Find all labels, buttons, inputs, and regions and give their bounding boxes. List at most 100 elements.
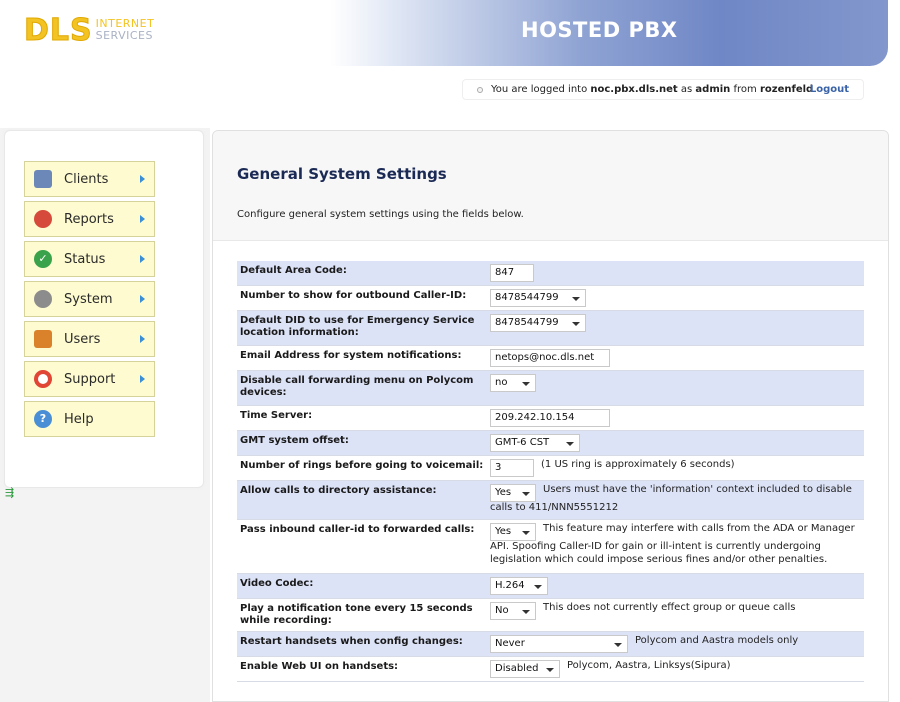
sidebar-item-label: Users xyxy=(64,331,101,347)
logout-link[interactable]: Logout xyxy=(810,84,849,95)
directory-assistance-select[interactable]: Yes xyxy=(490,484,536,502)
logo-line-2: SERVICES xyxy=(95,29,153,42)
restart-handsets-select[interactable]: Never xyxy=(490,635,628,653)
sidebar-item-label: Reports xyxy=(64,211,114,227)
setting-row-time-server: Time Server: 209.242.10.154 xyxy=(237,406,864,431)
chevron-right-icon xyxy=(140,255,145,263)
video-codec-select[interactable]: H.264 xyxy=(490,577,548,595)
setting-value-cell: No This does not currently effect group o… xyxy=(490,602,860,620)
page-description: Configure general system settings using … xyxy=(237,209,524,220)
login-status-bar: You are logged into noc.pbx.dls.net as a… xyxy=(462,79,864,100)
setting-label: Video Codec: xyxy=(240,578,314,589)
setting-row-emergency-did: Default DID to use for Emergency Service… xyxy=(237,311,864,346)
setting-label: Default DID to use for Emergency Service… xyxy=(240,315,475,338)
expand-arrows-icon[interactable]: ⇶ xyxy=(5,487,19,498)
sidebar-item-support[interactable]: Support xyxy=(24,361,155,397)
polycom-forward-menu-select[interactable]: no xyxy=(490,374,536,392)
check-circle-icon: ✓ xyxy=(34,250,52,268)
setting-value-cell: 3 (1 US ring is approximately 6 seconds) xyxy=(490,459,860,477)
setting-row-restart-handsets: Restart handsets when config changes: Nev… xyxy=(237,632,864,657)
page-title: General System Settings xyxy=(237,165,447,183)
setting-label: Pass inbound caller-id to forwarded call… xyxy=(240,524,475,535)
setting-label: Play a notification tone every 15 second… xyxy=(240,603,473,626)
pass-inbound-callerid-select[interactable]: Yes xyxy=(490,523,536,541)
sidebar-item-status[interactable]: ✓ Status xyxy=(24,241,155,277)
chevron-right-icon xyxy=(140,335,145,343)
rings-before-voicemail-input[interactable]: 3 xyxy=(490,459,534,477)
content-header: General System Settings Configure genera… xyxy=(213,131,888,241)
gmt-offset-select[interactable]: GMT-6 CST xyxy=(490,434,580,452)
login-status-text: You are logged into noc.pbx.dls.net as a… xyxy=(491,84,813,95)
setting-row-video-codec: Video Codec: H.264 xyxy=(237,574,864,599)
setting-value-cell: H.264 xyxy=(490,577,860,595)
settings-table: Default Area Code: 847 Number to show for … xyxy=(237,261,864,682)
emergency-did-select[interactable]: 8478544799 xyxy=(490,314,586,332)
setting-label: Disable call forwarding menu on Polycom … xyxy=(240,375,474,398)
main-content: General System Settings Configure genera… xyxy=(212,130,889,702)
setting-label: Restart handsets when config changes: xyxy=(240,636,463,647)
outbound-caller-id-select[interactable]: 8478544799 xyxy=(490,289,586,307)
web-ui-handsets-select[interactable]: Disabled xyxy=(490,660,560,678)
company-logo[interactable]: DLS INTERNET SERVICES xyxy=(24,13,154,48)
setting-note: Polycom, Aastra, Linksys(Sipura) xyxy=(567,660,731,671)
sidebar-item-clients[interactable]: Clients xyxy=(24,161,155,197)
setting-row-rings-before-voicemail: Number of rings before going to voicemai… xyxy=(237,456,864,481)
setting-row-outbound-caller-id: Number to show for outbound Caller-ID: 84… xyxy=(237,286,864,311)
setting-label: Number of rings before going to voicemai… xyxy=(240,460,484,471)
sidebar-item-label: Support xyxy=(64,371,116,387)
setting-label: Time Server: xyxy=(240,410,313,421)
sidebar-item-label: Status xyxy=(64,251,106,267)
setting-value-cell: Disabled Polycom, Aastra, Linksys(Sipura) xyxy=(490,660,860,678)
setting-value-cell: Yes Users must have the 'information' con… xyxy=(490,484,860,515)
sidebar-nav: Clients Reports ✓ Status System Users Support?… xyxy=(4,130,204,488)
setting-row-directory-assistance: Allow calls to directory assistance: Yes U… xyxy=(237,481,864,520)
sidebar-item-help[interactable]: ? Help xyxy=(24,401,155,437)
chevron-right-icon xyxy=(140,375,145,383)
setting-value-cell: GMT-6 CST xyxy=(490,434,860,452)
login-as: as xyxy=(680,84,693,95)
sidebar-item-reports[interactable]: Reports xyxy=(24,201,155,237)
time-server-input[interactable]: 209.242.10.154 xyxy=(490,409,610,427)
header-banner: HOSTED PBX xyxy=(330,0,888,66)
chevron-right-icon xyxy=(140,295,145,303)
monitor-icon xyxy=(34,170,52,188)
sidebar-item-system[interactable]: System xyxy=(24,281,155,317)
setting-row-default-area-code: Default Area Code: 847 xyxy=(237,261,864,286)
setting-label: Email Address for system notifications: xyxy=(240,350,462,361)
setting-row-pass-inbound-callerid: Pass inbound caller-id to forwarded call… xyxy=(237,520,864,574)
setting-value-cell: Yes This feature may interfere with calls… xyxy=(490,523,860,566)
sidebar-item-label: Clients xyxy=(64,171,109,187)
setting-note: This feature may interfere with calls fr… xyxy=(490,523,855,565)
setting-value-cell: 847 xyxy=(490,264,860,282)
pie-chart-icon xyxy=(34,210,52,228)
recording-notify-tone-select[interactable]: No xyxy=(490,602,536,620)
setting-row-gmt-offset: GMT system offset: GMT-6 CST xyxy=(237,431,864,456)
notification-email-input[interactable]: netops@noc.dls.net xyxy=(490,349,610,367)
setting-note: Users must have the 'information' contex… xyxy=(490,484,852,513)
setting-value-cell: 8478544799 xyxy=(490,289,860,307)
login-user: admin xyxy=(695,84,731,95)
setting-row-notification-email: Email Address for system notifications: n… xyxy=(237,346,864,371)
setting-label: Enable Web UI on handsets: xyxy=(240,661,399,672)
sidebar-item-label: Help xyxy=(64,411,94,427)
login-from: from xyxy=(733,84,757,95)
login-location: rozenfeld xyxy=(759,84,814,95)
users-icon xyxy=(34,330,52,348)
setting-label: Number to show for outbound Caller-ID: xyxy=(240,290,467,301)
setting-label: Allow calls to directory assistance: xyxy=(240,485,437,496)
login-prefix: You are logged into xyxy=(491,84,588,95)
gears-icon xyxy=(34,290,52,308)
sidebar-item-users[interactable]: Users xyxy=(24,321,155,357)
setting-note: This does not currently effect group or … xyxy=(543,602,796,613)
help-icon: ? xyxy=(34,410,52,428)
setting-value-cell: 8478544799 xyxy=(490,314,860,332)
status-dot-icon xyxy=(477,86,483,93)
setting-value-cell: no xyxy=(490,374,860,392)
chevron-right-icon xyxy=(140,215,145,223)
setting-row-polycom-forward-menu: Disable call forwarding menu on Polycom … xyxy=(237,371,864,406)
header: DLS INTERNET SERVICES HOSTED PBX xyxy=(0,0,900,66)
logo-letters: DLS xyxy=(24,13,93,48)
chevron-right-icon xyxy=(140,175,145,183)
default-area-code-input[interactable]: 847 xyxy=(490,264,534,282)
setting-value-cell: Never Polycom and Aastra models only xyxy=(490,635,860,653)
